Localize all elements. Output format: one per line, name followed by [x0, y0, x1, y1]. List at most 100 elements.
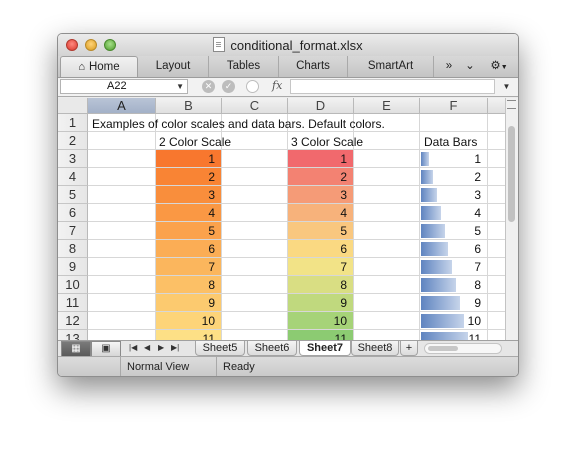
cell-b2[interactable]: 2 Color Scale	[159, 133, 279, 150]
formula-input[interactable]	[290, 79, 495, 94]
row-header[interactable]: 5	[58, 186, 88, 204]
row-header[interactable]: 10	[58, 276, 88, 294]
row-header[interactable]: 12	[58, 312, 88, 330]
tab-smartart[interactable]: SmartArt	[348, 56, 434, 77]
horizontal-scrollbar[interactable]	[424, 343, 502, 354]
column-header-e[interactable]: E	[354, 98, 420, 114]
vertical-scrollbar[interactable]	[505, 98, 518, 340]
column-header-d[interactable]: D	[288, 98, 354, 114]
ribbon-collapse-button[interactable]: ⌄	[460, 56, 480, 77]
row-header[interactable]: 11	[58, 294, 88, 312]
last-sheet-icon[interactable]: ▶|	[171, 343, 179, 352]
row-header[interactable]: 13	[58, 330, 88, 340]
horizontal-scroll-thumb[interactable]	[428, 346, 458, 351]
cell-two-color-scale[interactable]: 10	[156, 312, 221, 329]
first-sheet-icon[interactable]: |◀	[129, 343, 137, 352]
title-bar: conditional_format.xlsx	[58, 34, 518, 56]
ribbon-overflow-button[interactable]: »	[436, 56, 462, 77]
cell-three-color-scale[interactable]: 1	[288, 150, 353, 167]
row-header[interactable]: 1	[58, 114, 88, 132]
cell-two-color-scale[interactable]: 4	[156, 204, 221, 221]
status-bar: Normal View Ready	[58, 356, 518, 376]
cell-data-bar-value[interactable]: 5	[420, 222, 487, 239]
cell-data-bar-value[interactable]: 4	[420, 204, 487, 221]
cancel-formula-icon[interactable]: ✕	[202, 80, 215, 93]
row-header[interactable]: 3	[58, 150, 88, 168]
tab-home[interactable]: ⌂ Home	[60, 56, 138, 77]
formula-expand-icon[interactable]: ▼	[499, 80, 514, 93]
cell-d2[interactable]: 3 Color Scale	[291, 133, 411, 150]
cell-two-color-scale[interactable]: 6	[156, 240, 221, 257]
cell-data-bar-value[interactable]: 11	[420, 330, 487, 340]
select-all-corner[interactable]	[58, 98, 88, 114]
tab-charts-label: Charts	[296, 60, 330, 72]
cell-two-color-scale[interactable]: 9	[156, 294, 221, 311]
normal-view-button[interactable]: ▦	[61, 341, 91, 357]
cell-data-bar-value[interactable]: 8	[420, 276, 487, 293]
cell-three-color-scale[interactable]: 6	[288, 240, 353, 257]
cell-a1[interactable]: Examples of color scales and data bars. …	[92, 115, 492, 132]
vertical-scroll-thumb[interactable]	[508, 126, 515, 222]
cell-data-bar-value[interactable]: 9	[420, 294, 487, 311]
cell-data-bar-value[interactable]: 1	[420, 150, 487, 167]
name-box-dropdown-icon[interactable]: ▼	[176, 80, 184, 93]
tab-tables[interactable]: Tables	[209, 56, 279, 77]
row-header[interactable]: 4	[58, 168, 88, 186]
column-header-f[interactable]: F	[420, 98, 488, 114]
home-icon: ⌂	[78, 61, 85, 73]
column-header-c[interactable]: C	[222, 98, 288, 114]
cell-three-color-scale[interactable]: 10	[288, 312, 353, 329]
cell-three-color-scale[interactable]: 5	[288, 222, 353, 239]
row-header[interactable]: 9	[58, 258, 88, 276]
cell-two-color-scale[interactable]: 8	[156, 276, 221, 293]
column-header-b[interactable]: B	[156, 98, 222, 114]
name-box-value: A22	[107, 80, 127, 92]
fx-label[interactable]: fx	[272, 79, 282, 92]
sheet-tab-sheet8[interactable]: Sheet8	[351, 341, 399, 356]
cell-two-color-scale[interactable]: 7	[156, 258, 221, 275]
cell-three-color-scale[interactable]: 9	[288, 294, 353, 311]
tab-charts[interactable]: Charts	[279, 56, 348, 77]
cell-two-color-scale[interactable]: 3	[156, 186, 221, 203]
cell-three-color-scale[interactable]: 2	[288, 168, 353, 185]
row-header[interactable]: 2	[58, 132, 88, 150]
ribbon-tabs: ⌂ Home Layout Tables Charts SmartArt » ⌄ …	[58, 56, 518, 78]
add-sheet-button[interactable]: +	[400, 341, 418, 356]
sheet-tab-sheet6[interactable]: Sheet6	[247, 341, 297, 356]
split-handle-icon[interactable]	[507, 100, 516, 109]
cell-three-color-scale[interactable]: 4	[288, 204, 353, 221]
sheet-tab-sheet5[interactable]: Sheet5	[195, 341, 245, 356]
gear-icon: ⚙	[490, 60, 501, 72]
cell-two-color-scale[interactable]: 1	[156, 150, 221, 167]
column-header-g[interactable]	[488, 98, 505, 114]
cell-data-bar-value[interactable]: 3	[420, 186, 487, 203]
cell-three-color-scale[interactable]: 11	[288, 330, 353, 340]
spreadsheet-grid[interactable]: A B C D E F 1 2 3 4 5 6 7 8 9 10 11 12 13 1 1 1 2 2 2 3 3 3 4 4…	[58, 98, 505, 340]
cell-data-bar-value[interactable]: 7	[420, 258, 487, 275]
cell-two-color-scale[interactable]: 5	[156, 222, 221, 239]
confirm-formula-icon[interactable]: ✓	[222, 80, 235, 93]
prev-sheet-icon[interactable]: ◀	[144, 343, 150, 352]
row-header[interactable]: 6	[58, 204, 88, 222]
cell-data-bar-value[interactable]: 2	[420, 168, 487, 185]
cell-two-color-scale[interactable]: 2	[156, 168, 221, 185]
cell-data-bar-value[interactable]: 6	[420, 240, 487, 257]
sheet-tab-sheet7[interactable]: Sheet7	[299, 341, 351, 356]
formula-toggle-icon[interactable]	[246, 80, 259, 93]
column-header-a[interactable]: A	[88, 98, 156, 114]
cell-data-bar-value[interactable]: 10	[420, 312, 487, 329]
row-header[interactable]: 8	[58, 240, 88, 258]
page-layout-view-button[interactable]: ▣	[91, 341, 121, 357]
next-sheet-icon[interactable]: ▶	[158, 343, 164, 352]
cell-three-color-scale[interactable]: 3	[288, 186, 353, 203]
tab-layout[interactable]: Layout	[138, 56, 209, 77]
cell-two-color-scale[interactable]: 11	[156, 330, 221, 340]
cell-f2[interactable]: Data Bars	[424, 133, 486, 150]
excel-window: conditional_format.xlsx ⌂ Home Layout Tab…	[57, 33, 519, 377]
row-header[interactable]: 7	[58, 222, 88, 240]
ribbon-settings-button[interactable]: ⚙▼	[484, 56, 514, 77]
name-box[interactable]: A22 ▼	[60, 79, 188, 94]
cell-three-color-scale[interactable]: 7	[288, 258, 353, 275]
chevron-right-double-icon: »	[445, 60, 453, 72]
cell-three-color-scale[interactable]: 8	[288, 276, 353, 293]
